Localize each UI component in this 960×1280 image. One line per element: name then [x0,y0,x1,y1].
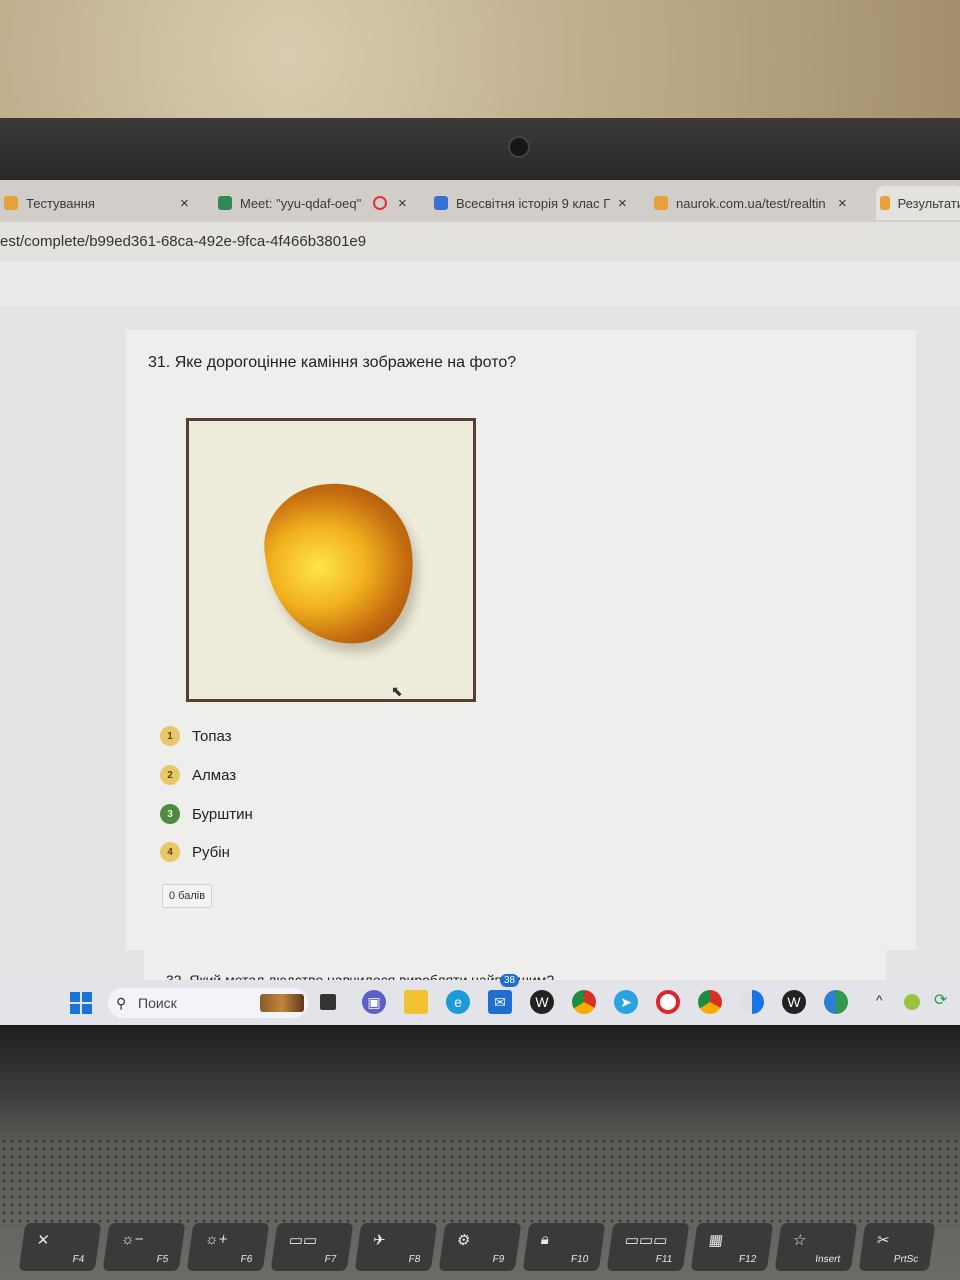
answer-option-1[interactable]: 1 Топаз [160,726,232,746]
tab-close-icon[interactable]: × [618,195,627,212]
taskbar-search-box[interactable]: ⚲ Поиск [108,988,308,1018]
url-text: est/complete/b99ed361-68ca-492e-9fca-4f4… [0,233,367,250]
tab-close-icon[interactable]: × [838,195,847,212]
tab-close-icon[interactable]: × [180,195,189,212]
key-f7[interactable]: ▭▭ F7 [270,1223,354,1271]
key-insert[interactable]: ☆ Insert [774,1223,858,1271]
windows-start-icon[interactable] [70,992,92,1014]
task-view-icon[interactable] [320,994,336,1010]
answer-option-4[interactable]: 4 Рубін [160,842,230,862]
answer-number-badge: 4 [160,842,180,862]
mail-unread-badge: 38 [500,974,520,987]
key-f6[interactable]: ☼+ F6 [186,1223,270,1271]
ua-trident-icon [434,196,448,210]
amber-stone-image [256,473,424,655]
airplane-mute-icon: ✕ [35,1232,51,1249]
tray-chevron-up-icon[interactable]: ^ [876,992,883,1008]
settings-icon: ⚙ [455,1232,472,1249]
airplane-icon: ✈ [371,1232,387,1249]
windows-taskbar: ⚲ Поиск ▣ e ✉ 38 W ➤ W ^ ⟳ [0,974,960,1025]
chrome-icon[interactable] [698,990,722,1014]
laptop-screen: Тестування × Meet: "yyu-qdaf-oeq" × Всес… [0,180,960,1025]
lock-icon: 🔒︎ [539,1231,551,1248]
question-photo: ⬉ [186,418,476,702]
display-switch-icon: ▭▭ [287,1232,319,1249]
answer-label: Рубін [192,843,230,861]
answer-label: Алмаз [192,766,237,784]
tab-results[interactable]: Результати [876,186,960,220]
tab-testuvannia[interactable]: Тестування × [4,186,200,220]
naurok-bell-icon [654,196,668,210]
mouse-cursor-icon: ⬉ [391,683,403,699]
key-f10[interactable]: 🔒︎ F10 [522,1223,606,1271]
brightness-down-icon: ☼− [119,1231,145,1248]
recording-icon [373,196,388,210]
tab-label: Meet: "yyu-qdaf-oeq" [240,195,362,211]
naurok-bell-icon [880,196,890,210]
answer-label: Топаз [192,727,232,745]
opera-icon[interactable] [656,990,680,1014]
answer-option-3[interactable]: 3 Бурштин [160,804,253,824]
tray-sync-icon[interactable]: ⟳ [934,990,947,1010]
tab-label: Тестування [26,195,95,211]
key-f4[interactable]: ✕ F4 [18,1223,102,1271]
speaker-grille [0,1137,960,1227]
calculator-icon: ▦ [707,1232,725,1249]
key-f8[interactable]: ✈ F8 [354,1223,438,1271]
brightness-up-icon: ☼+ [203,1231,229,1248]
tray-app-icon[interactable] [904,994,920,1010]
chrome-profile-icon[interactable] [572,990,596,1014]
tab-label: Результати [897,195,960,211]
tab-naurok-realtime[interactable]: naurok.com.ua/test/realtin × [654,186,854,220]
tab-label: naurok.com.ua/test/realtin [676,195,826,211]
laptop-bezel [0,118,960,180]
question-card: 31. Яке дорогоцінне каміння зображене на… [126,330,916,950]
answer-number-badge: 2 [160,765,180,785]
chrome-canary-icon[interactable] [740,990,764,1014]
wps-office-icon[interactable]: W [782,990,806,1014]
search-placeholder: Поиск [138,995,177,1011]
key-f5[interactable]: ☼− F5 [102,1223,186,1271]
search-icon: ⚲ [116,995,127,1011]
score-badge: 0 балів [162,884,213,908]
page-header-strip [0,262,960,307]
tab-meet[interactable]: Meet: "yyu-qdaf-oeq" × [218,186,414,220]
search-highlight-image [260,994,304,1012]
teams-chat-icon[interactable]: ▣ [362,990,386,1014]
globe-app-icon[interactable] [824,990,848,1014]
edge-browser-icon[interactable]: e [446,990,470,1014]
key-f12[interactable]: ▦ F12 [690,1223,774,1271]
telegram-icon[interactable]: ➤ [614,990,638,1014]
answer-option-2[interactable]: 2 Алмаз [160,765,236,785]
page-content: 31. Яке дорогоцінне каміння зображене на… [0,306,960,986]
star-icon: ☆ [791,1232,808,1249]
address-bar[interactable]: est/complete/b99ed361-68ca-492e-9fca-4f4… [0,222,960,262]
wps-icon[interactable]: W [530,990,554,1014]
answer-label: Бурштин [192,805,253,823]
screenshot-icon: ✂ [875,1232,891,1249]
tab-label: Всесвітня історія 9 клас Г [456,195,611,211]
key-f9[interactable]: ⚙ F9 [438,1223,522,1271]
tab-close-icon[interactable]: × [398,195,407,212]
keyboard-backlight-icon: ▭▭▭ [623,1232,669,1249]
answer-number-badge: 1 [160,726,180,746]
key-prtsc[interactable]: ✂ PrtSc [858,1223,936,1271]
question-title: 31. Яке дорогоцінне каміння зображене на… [148,354,517,371]
mail-icon[interactable]: ✉ [488,990,512,1014]
webcam [508,136,530,158]
naurok-bell-icon [4,196,18,210]
key-f11[interactable]: ▭▭▭ F11 [606,1223,690,1271]
file-explorer-icon[interactable] [404,990,428,1014]
meet-icon [218,196,232,210]
tab-world-history[interactable]: Всесвітня історія 9 клас Г × [434,186,634,220]
answer-number-badge: 3 [160,804,180,824]
laptop-chassis: ✕ F4 ☼− F5 ☼+ F6 ▭▭ F7 ✈ F8 ⚙ F9 🔒︎ F10 ▭▭▭ F11 … [0,1025,960,1280]
browser-tab-bar: Тестування × Meet: "yyu-qdaf-oeq" × Всес… [0,180,960,222]
